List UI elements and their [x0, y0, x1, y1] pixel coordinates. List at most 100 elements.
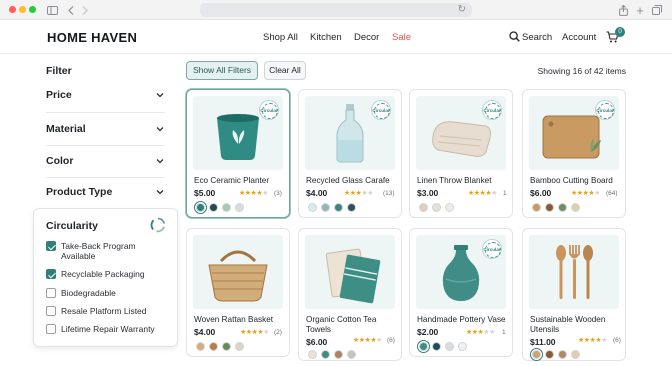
checkbox[interactable] [46, 288, 56, 298]
checkbox[interactable] [46, 324, 56, 334]
color-swatch[interactable] [445, 342, 454, 351]
color-swatch[interactable] [222, 342, 231, 351]
checkbox-checked[interactable] [46, 241, 56, 251]
color-swatch[interactable] [558, 350, 567, 359]
color-swatch[interactable] [308, 203, 317, 212]
facet-product-type[interactable]: Product Type [46, 186, 165, 204]
product-name[interactable]: Eco Ceramic Planter [194, 176, 286, 186]
color-swatch[interactable] [209, 203, 218, 212]
color-swatch[interactable] [334, 350, 343, 359]
facet-label: Price [46, 89, 72, 101]
color-swatch[interactable] [571, 350, 580, 359]
color-swatch[interactable] [532, 350, 541, 359]
facet-label: Product Type [46, 186, 113, 198]
color-swatch[interactable] [545, 203, 554, 212]
color-swatch[interactable] [558, 203, 567, 212]
review-count: (3) [274, 190, 282, 197]
close-window-dot[interactable] [9, 6, 16, 13]
product-image[interactable] [529, 235, 619, 309]
color-swatch[interactable] [571, 203, 580, 212]
product-card[interactable]: Circular Linen Throw Blanket $3.00 ★★★★★… [409, 89, 513, 218]
product-card[interactable]: Woven Rattan Basket $4.00 ★★★★★ (2) [186, 228, 290, 357]
color-swatch[interactable] [308, 350, 317, 359]
color-swatch[interactable] [321, 203, 330, 212]
nav-kitchen[interactable]: Kitchen [310, 32, 342, 43]
product-image[interactable]: Circular [305, 96, 395, 170]
new-tab-icon[interactable]: + [635, 3, 645, 18]
color-swatch[interactable] [347, 350, 356, 359]
chevron-down-icon [156, 93, 164, 98]
review-count: (2) [274, 329, 282, 336]
nav-decor[interactable]: Decor [354, 32, 379, 43]
checkbox-checked[interactable] [46, 269, 56, 279]
review-count: 1 [502, 329, 506, 336]
review-count: (6) [613, 337, 621, 344]
color-swatch[interactable] [419, 342, 428, 351]
divider [46, 112, 165, 113]
color-swatch[interactable] [235, 342, 244, 351]
product-image[interactable]: Circular [193, 96, 283, 170]
product-card[interactable]: Circular Handmade Pottery Vase $2.00 ★★★… [409, 228, 513, 357]
minimize-window-dot[interactable] [19, 6, 26, 13]
maximize-window-dot[interactable] [29, 6, 36, 13]
color-swatch[interactable] [419, 203, 428, 212]
back-arrow-icon[interactable] [66, 3, 76, 17]
color-swatch[interactable] [545, 350, 554, 359]
clear-all-button[interactable]: Clear All [264, 61, 306, 80]
share-icon[interactable] [618, 3, 628, 17]
color-swatch[interactable] [235, 203, 244, 212]
facet-material[interactable]: Material [46, 123, 165, 141]
product-name[interactable]: Handmade Pottery Vase [417, 315, 509, 325]
product-image[interactable]: Circular [416, 235, 506, 309]
search-icon[interactable] [509, 31, 520, 45]
color-swatch[interactable] [432, 342, 441, 351]
color-swatch[interactable] [222, 203, 231, 212]
color-swatch[interactable] [321, 350, 330, 359]
nav-shop-all[interactable]: Shop All [263, 32, 298, 43]
product-card[interactable]: Circular Bamboo Cutting Board $6.00 ★★★★… [522, 89, 626, 218]
facet-color[interactable]: Color [46, 155, 165, 173]
product-card[interactable]: Sustainable Wooden Utensils $11.00 ★★★★★… [522, 228, 626, 361]
color-swatch[interactable] [196, 342, 205, 351]
product-name[interactable]: Recycled Glass Carafe [306, 176, 398, 186]
facet-price[interactable]: Price [46, 89, 165, 107]
color-swatch[interactable] [445, 203, 454, 212]
color-swatch[interactable] [334, 203, 343, 212]
tab-overview-icon[interactable] [652, 3, 662, 17]
product-name[interactable]: Organic Cotton Tea Towels [306, 315, 398, 334]
rating-stars: ★★★★★ [239, 190, 268, 197]
checkbox[interactable] [46, 306, 56, 316]
color-swatch[interactable] [347, 203, 356, 212]
results-count: Showing 16 of 42 items [537, 66, 626, 76]
forward-arrow-icon[interactable] [80, 3, 90, 17]
product-name[interactable]: Woven Rattan Basket [194, 315, 286, 325]
brand-logo[interactable]: HOME HAVEN [47, 30, 137, 45]
option-label: Biodegradable [61, 288, 116, 298]
search-link[interactable]: Search [522, 32, 552, 43]
review-count: (6) [387, 337, 395, 344]
reload-icon[interactable]: ↻ [458, 3, 466, 17]
header-divider [0, 53, 672, 54]
color-swatch[interactable] [432, 203, 441, 212]
color-swatch[interactable] [209, 342, 218, 351]
address-bar[interactable]: ↻ [200, 3, 472, 17]
show-all-filters-button[interactable]: Show All Filters [186, 61, 258, 80]
product-image[interactable] [193, 235, 283, 309]
account-link[interactable]: Account [562, 32, 596, 43]
product-image[interactable] [305, 235, 395, 309]
color-swatch[interactable] [196, 203, 205, 212]
nav-sale[interactable]: Sale [392, 32, 411, 43]
product-card[interactable]: Circular Recycled Glass Carafe $4.00 ★★★… [298, 89, 402, 218]
circular-badge: Circular [259, 100, 279, 120]
product-image[interactable]: Circular [416, 96, 506, 170]
product-name[interactable]: Linen Throw Blanket [417, 176, 509, 186]
product-name[interactable]: Bamboo Cutting Board [530, 176, 622, 186]
sidebar-toggle-icon[interactable] [46, 3, 58, 17]
circular-badge: Circular [482, 239, 502, 259]
color-swatch[interactable] [532, 203, 541, 212]
product-card[interactable]: Circular Eco Ceramic Planter $5.00 ★★★★★… [186, 89, 290, 218]
product-image[interactable]: Circular [529, 96, 619, 170]
product-name[interactable]: Sustainable Wooden Utensils [530, 315, 622, 334]
product-card[interactable]: Organic Cotton Tea Towels $6.00 ★★★★★ (6… [298, 228, 402, 361]
color-swatch[interactable] [458, 342, 467, 351]
